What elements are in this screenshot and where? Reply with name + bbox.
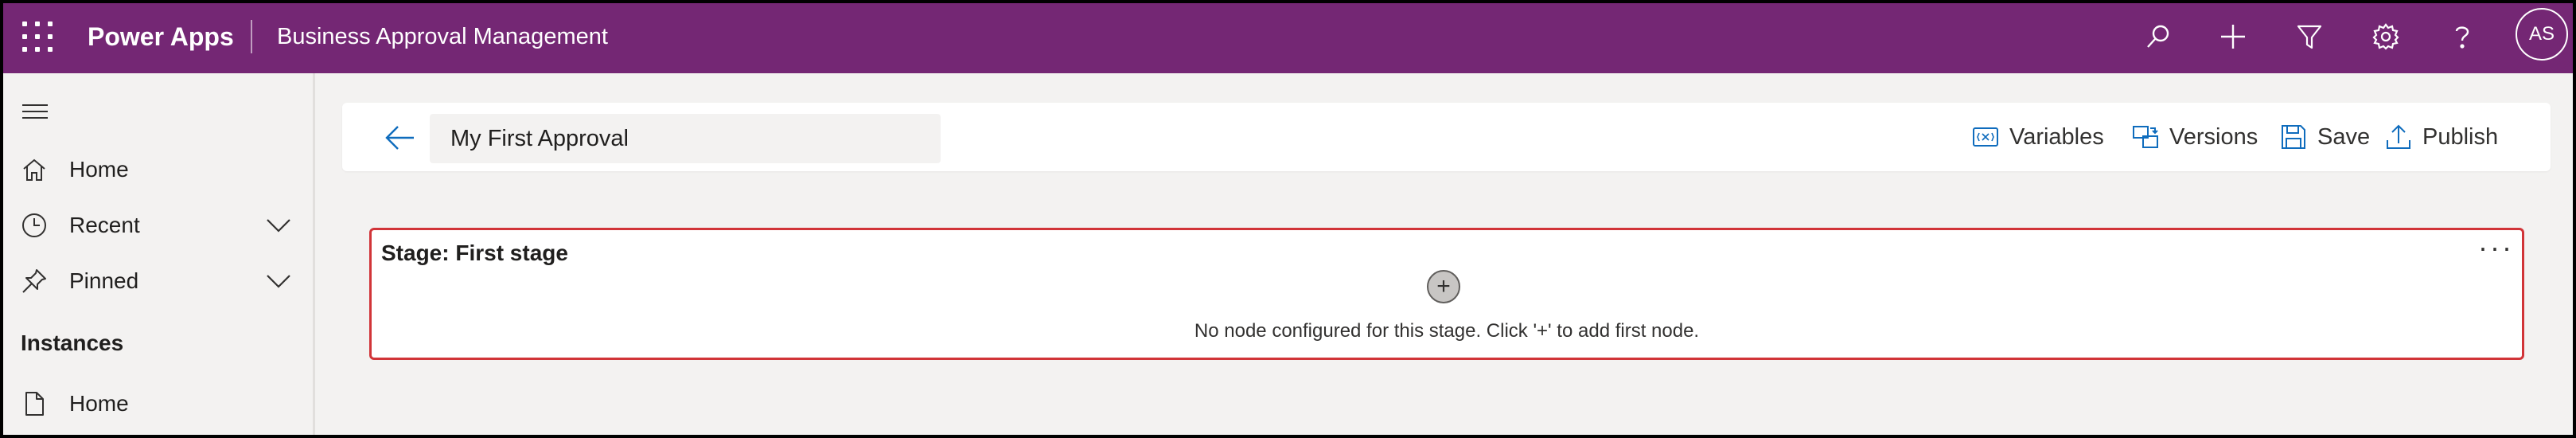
sidebar-item-label: Recent [69, 213, 140, 237]
save-icon [2282, 125, 2305, 149]
search-icon[interactable] [2139, 18, 2177, 56]
publish-label: Publish [2422, 123, 2499, 150]
more-options-icon[interactable]: ··· [2478, 233, 2514, 262]
add-node-button[interactable]: + [1427, 270, 1460, 303]
help-icon[interactable] [2443, 18, 2481, 56]
variables-icon [1973, 127, 1998, 147]
versions-button[interactable]: Versions [2131, 117, 2258, 157]
chevron-down-icon[interactable] [263, 210, 294, 239]
sidebar-item-label: Pinned [69, 268, 139, 293]
save-button[interactable]: Save [2279, 117, 2370, 157]
document-icon [21, 390, 48, 417]
publish-button[interactable]: Publish [2384, 117, 2498, 157]
stage-title: Stage: First stage [381, 241, 568, 265]
sidebar-section-title: Instances [21, 330, 124, 355]
sidebar-item-label: Home [69, 391, 129, 416]
variables-label: Variables [2009, 123, 2104, 150]
empty-stage-message: No node configured for this stage. Click… [1194, 320, 1700, 342]
back-arrow-icon[interactable] [382, 120, 417, 155]
app-name[interactable]: Power Apps [88, 19, 234, 54]
user-avatar[interactable]: AS [2516, 8, 2568, 61]
sidebar-item-instances-home[interactable]: Home [0, 379, 315, 427]
home-icon [21, 156, 48, 183]
versions-label: Versions [2169, 123, 2258, 150]
filter-icon[interactable] [2290, 18, 2329, 56]
save-label: Save [2317, 123, 2371, 150]
plus-icon[interactable] [2214, 18, 2252, 56]
top-header-bar: Power Apps Business Approval Management … [0, 0, 2576, 73]
solution-name: Business Approval Management [277, 24, 608, 49]
pin-icon [21, 268, 48, 295]
header-divider [251, 20, 252, 53]
stage-card[interactable]: Stage: First stage ··· + No node configu… [369, 228, 2524, 360]
chevron-down-icon[interactable] [263, 266, 294, 295]
versions-icon [2133, 126, 2158, 148]
command-bar: Variables Versions Save Publish [342, 103, 2551, 171]
approval-name-input[interactable] [430, 114, 941, 163]
sidebar-item-label: Home [69, 157, 129, 182]
sidebar-item-recent[interactable]: Recent [0, 201, 315, 248]
variables-button[interactable]: Variables [1971, 117, 2104, 157]
waffle-icon[interactable] [22, 22, 53, 52]
publish-icon [2387, 124, 2410, 149]
settings-icon[interactable] [2367, 18, 2405, 56]
sidebar-item-pinned[interactable]: Pinned [0, 256, 315, 304]
sidebar-item-home[interactable]: Home [0, 145, 315, 193]
main-content: Variables Versions Save Publish Stage: F… [315, 73, 2576, 438]
clock-icon [21, 212, 48, 239]
left-nav-sidebar: Home Recent Pinned Instances Home [0, 73, 315, 438]
hamburger-menu-icon[interactable] [21, 97, 49, 126]
